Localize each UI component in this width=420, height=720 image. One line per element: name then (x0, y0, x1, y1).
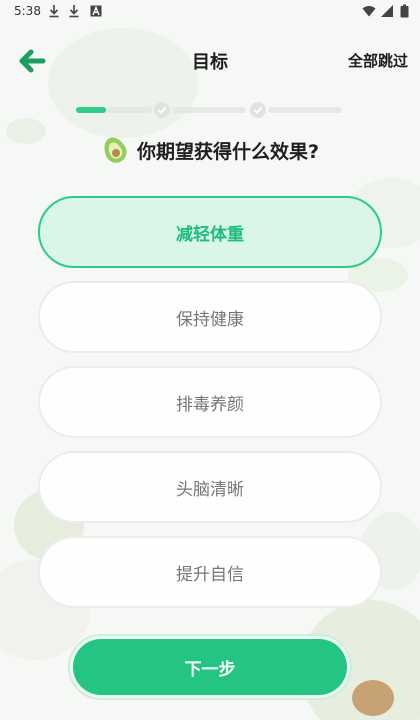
option-detox-beauty[interactable]: 排毒养颜 (38, 366, 382, 438)
option-lose-weight[interactable]: 减轻体重 (38, 196, 382, 268)
progress-segment-fill (76, 107, 107, 113)
option-label: 排毒养颜 (176, 394, 244, 415)
next-button-label: 下一步 (184, 659, 236, 680)
option-clear-mind[interactable]: 头脑清晰 (38, 451, 382, 523)
header: 目标 全部跳过 (0, 40, 420, 82)
cellular-signal-icon (381, 5, 393, 17)
progress-segment (268, 107, 342, 113)
option-label: 提升自信 (176, 564, 244, 585)
download-icon (69, 5, 79, 18)
option-boost-confidence[interactable]: 提升自信 (38, 536, 382, 608)
question-text: 你期望获得什么效果? (136, 140, 320, 163)
check-icon (250, 102, 266, 118)
step-progress (76, 102, 342, 118)
wifi-icon (362, 6, 376, 17)
progress-segment (76, 107, 152, 113)
option-label: 保持健康 (176, 309, 244, 330)
download-icon (49, 5, 59, 18)
check-icon (154, 102, 170, 118)
status-bar: 5:38 (0, 0, 420, 24)
status-time: 5:38 (14, 4, 41, 18)
question-heading: 你期望获得什么效果? (0, 132, 420, 168)
accessibility-a-icon (90, 5, 102, 17)
avocado-pit-decoration (352, 680, 394, 716)
option-label: 头脑清晰 (176, 479, 244, 500)
battery-icon (400, 4, 409, 18)
next-button-frame: 下一步 (68, 634, 352, 700)
goal-options-list: 减轻体重 保持健康 排毒养颜 头脑清晰 提升自信 (38, 196, 382, 621)
progress-segment (172, 107, 246, 113)
skip-all-button[interactable]: 全部跳过 (348, 50, 408, 71)
avocado-icon (104, 137, 127, 163)
next-button[interactable]: 下一步 (73, 639, 347, 695)
option-stay-healthy[interactable]: 保持健康 (38, 281, 382, 353)
option-label: 减轻体重 (176, 224, 244, 245)
